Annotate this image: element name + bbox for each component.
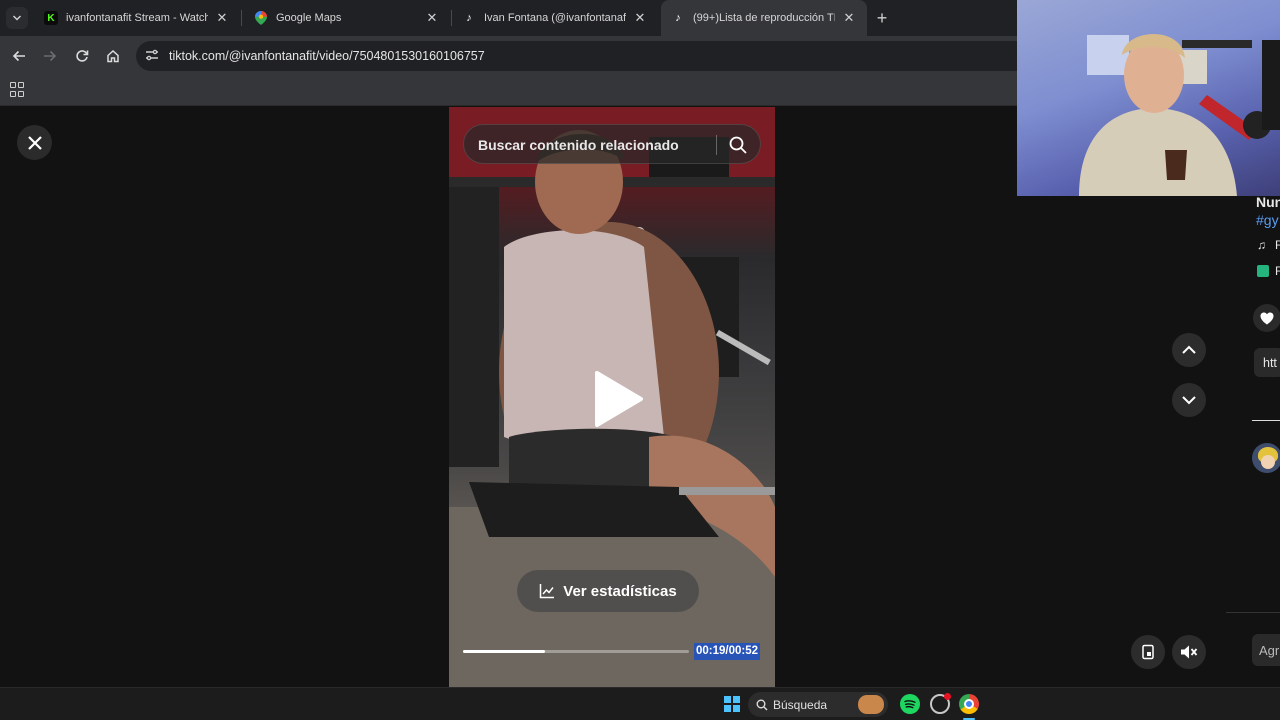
kick-icon: K <box>44 11 58 25</box>
reload-button[interactable] <box>70 44 94 68</box>
location-tag-icon <box>1257 265 1269 277</box>
forward-button[interactable] <box>38 44 62 68</box>
arrow-right-icon <box>44 50 57 62</box>
search-icon <box>756 699 768 711</box>
windows-taskbar: Búsqueda <box>0 687 1280 720</box>
back-button[interactable] <box>7 44 31 68</box>
tab-search-button[interactable] <box>6 7 28 29</box>
music-fragment[interactable]: F <box>1275 238 1280 252</box>
webcam-image <box>1079 34 1280 196</box>
add-comment-placeholder: Agr <box>1259 643 1280 658</box>
chrome-icon[interactable] <box>959 694 979 714</box>
picture-in-picture-icon <box>1142 644 1154 660</box>
video-title-fragment: Nun <box>1256 194 1280 210</box>
comment-avatar[interactable] <box>1252 443 1280 473</box>
mute-button[interactable] <box>1172 635 1206 669</box>
play-button[interactable] <box>589 369 649 429</box>
apps-grid-icon[interactable] <box>10 82 26 98</box>
view-stats-button[interactable]: Ver estadísticas <box>517 570 699 612</box>
clipchamp-icon[interactable] <box>930 693 951 714</box>
site-info-icon[interactable] <box>144 48 160 64</box>
related-search-bar[interactable]: Buscar contenido relacionado <box>463 124 761 164</box>
next-video-button[interactable] <box>1172 383 1206 417</box>
chart-line-icon <box>540 584 555 599</box>
timecode: 00:19/00:52 <box>694 643 761 660</box>
tab-underline <box>1252 420 1280 421</box>
arrow-left-icon <box>12 50 25 62</box>
tab-kick-stream[interactable]: K ivanfontanafit Stream - Watch Live ✕ <box>34 0 240 36</box>
progress-bar[interactable] <box>463 650 689 653</box>
new-tab-button[interactable]: + <box>872 7 892 29</box>
tab-title: Google Maps <box>276 12 342 24</box>
taskbar-search[interactable]: Búsqueda <box>748 692 888 717</box>
address-bar[interactable]: tiktok.com/@ivanfontanafit/video/7504801… <box>136 41 1136 71</box>
taskbar-search-label: Búsqueda <box>773 698 828 712</box>
hashtag-fragment[interactable]: #gy <box>1256 212 1279 228</box>
tab-tiktok-profile[interactable]: ♪ Ivan Fontana (@ivanfontanafit) está ✕ <box>452 0 658 36</box>
chevron-down-icon <box>1182 396 1196 405</box>
tab-title: (99+)Lista de reproducción TECNIC <box>693 12 835 24</box>
close-tab-icon[interactable]: ✕ <box>214 10 230 26</box>
copy-link-field[interactable]: htt <box>1254 348 1280 377</box>
panel-divider <box>1226 612 1280 613</box>
maps-pin-icon <box>254 11 268 25</box>
tab-google-maps[interactable]: Google Maps ✕ <box>244 0 450 36</box>
tiktok-icon: ♪ <box>675 12 681 24</box>
close-tab-icon[interactable]: ✕ <box>424 10 440 26</box>
search-divider <box>716 135 717 155</box>
tab-title: ivanfontanafit Stream - Watch Live <box>66 12 208 24</box>
start-windows-icon[interactable] <box>724 696 740 712</box>
url-text[interactable]: tiktok.com/@ivanfontanafit/video/7504801… <box>169 49 485 63</box>
search-placeholder: Buscar contenido relacionado <box>478 137 679 153</box>
tab-separator <box>241 10 242 26</box>
play-icon <box>595 371 643 427</box>
home-button[interactable] <box>101 44 125 68</box>
add-comment-input[interactable]: Agr <box>1252 634 1280 666</box>
link-fragment: htt <box>1263 356 1277 370</box>
search-icon[interactable] <box>728 135 748 155</box>
view-stats-label: Ver estadísticas <box>563 582 677 600</box>
close-tab-icon[interactable]: ✕ <box>632 10 648 26</box>
tab-tiktok-playlist[interactable]: ♪ (99+)Lista de reproducción TECNIC ✕ <box>661 0 867 36</box>
reload-icon <box>76 50 89 62</box>
close-icon <box>27 135 42 150</box>
chevron-down-icon <box>12 15 22 21</box>
tab-title: Ivan Fontana (@ivanfontanafit) está <box>484 12 626 24</box>
tiktok-icon: ♪ <box>466 12 472 24</box>
volume-muted-icon <box>1181 645 1198 659</box>
tag-fragment[interactable]: F <box>1275 264 1280 278</box>
progress-fill <box>463 650 546 653</box>
spotify-icon[interactable] <box>900 694 920 714</box>
like-button[interactable] <box>1253 304 1280 332</box>
floating-player-button[interactable] <box>1131 635 1165 669</box>
music-note-icon: ♫ <box>1257 238 1266 252</box>
heart-icon <box>1260 312 1274 324</box>
close-viewer-button[interactable] <box>17 125 52 160</box>
home-icon <box>107 49 119 63</box>
webcam-overlay <box>1017 0 1280 196</box>
video-player[interactable]: Buscar contenido relacionado Ver estadís… <box>449 107 775 687</box>
search-highlight-icon <box>858 695 884 714</box>
previous-video-button[interactable] <box>1172 333 1206 367</box>
notification-badge <box>944 693 951 700</box>
chevron-up-icon <box>1182 345 1196 354</box>
close-tab-icon[interactable]: ✕ <box>841 10 857 26</box>
